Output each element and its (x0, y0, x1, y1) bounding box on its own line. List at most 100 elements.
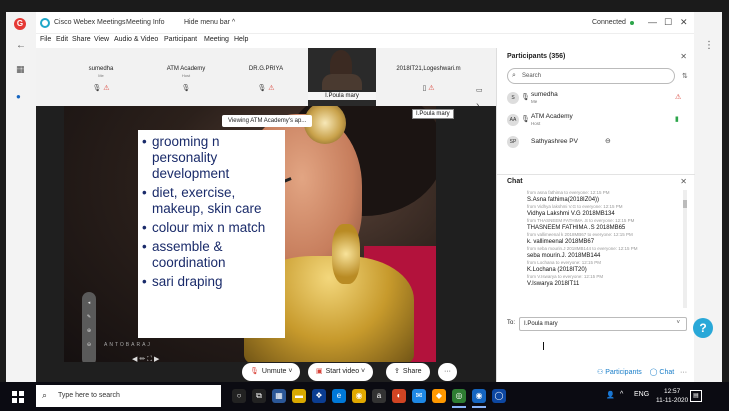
gmail-icon[interactable]: G (14, 18, 26, 30)
chat-header: Chat ✕ (497, 174, 695, 188)
thumbnail-i-poula-mary[interactable]: I.Poula mary (308, 48, 376, 106)
chat-message: from vallimeenal k 2018MB67 to everyone:… (527, 232, 677, 246)
participants-toggle-label: Participants (605, 369, 642, 376)
chat-message: from Vidhya lakshmi V.G to everyone: 12:… (527, 204, 677, 218)
clock-time: 12:57 (664, 388, 681, 395)
menu-audio-video[interactable]: Audio & Video (114, 36, 158, 43)
thumbnail-role: Me (98, 73, 104, 78)
chat-input-caret[interactable] (543, 342, 544, 350)
menu-edit[interactable]: Edit (56, 36, 68, 43)
menu-meeting[interactable]: Meeting (204, 36, 229, 43)
hide-menu-bar-button[interactable]: Hide menu bar ^ (184, 19, 235, 26)
participants-toggle-button[interactable]: ⚇ Participants (597, 369, 642, 376)
recipient-select[interactable]: I.Poula mary ˅ (519, 317, 687, 331)
participant-row[interactable]: S 🎙 sumedha Me ⚠ (507, 90, 687, 106)
start-video-button[interactable]: ▣ Start video ˅ (308, 363, 374, 381)
pen-tool-icon[interactable]: ✎ (82, 314, 96, 320)
zoom-in-icon[interactable]: ⊕ (82, 328, 96, 334)
speaking-icon: ▮ (675, 116, 679, 123)
menu-view[interactable]: View (94, 36, 109, 43)
photo-earring (332, 224, 360, 284)
panel-more-button[interactable]: ··· (680, 369, 687, 376)
scrollbar-thumb[interactable] (683, 200, 687, 208)
device-icon: ⊖ (605, 138, 611, 145)
participants-title[interactable]: Participants (356) (507, 53, 565, 60)
chat-icon: ◯ (649, 369, 658, 376)
layout-icon[interactable]: ▭ (476, 86, 483, 94)
maximize-button[interactable]: ☐ (664, 17, 672, 28)
tray-chevron-icon[interactable]: ^ (620, 391, 623, 398)
more-options-button[interactable]: ··· (438, 363, 457, 381)
pointer-tool-icon[interactable]: ◂ (82, 300, 96, 306)
chat-toggle-button[interactable]: ◯ Chat (650, 369, 675, 376)
slide-bullet: colour mix n match (142, 220, 285, 236)
zoom-out-icon[interactable]: ⊖ (82, 342, 96, 348)
menu-help[interactable]: Help (234, 36, 248, 43)
chat-title[interactable]: Chat (507, 178, 523, 185)
muted-icon: ⚠ (103, 85, 110, 92)
participant-row[interactable]: AA 🎙 ATM Academy Host ▮ (507, 112, 687, 128)
chrome-window-icon[interactable]: ◉ (472, 389, 486, 408)
notification-icon[interactable]: ▤ (690, 390, 702, 402)
bookmark-icon[interactable]: ● (16, 92, 21, 101)
unmute-button[interactable]: 🎙 Unmute ˅ (242, 363, 301, 381)
webex-window: Cisco Webex Meetings Meeting Info Hide m… (36, 12, 695, 392)
unmute-label: Unmute (261, 368, 287, 375)
share-button[interactable]: ⇪ Share (386, 363, 430, 381)
people-icon[interactable]: 👤 (606, 391, 615, 399)
msg-text: k. vallimeenal 2018MB67 (527, 239, 595, 245)
language-indicator[interactable]: ENG (634, 391, 649, 398)
cortana-icon[interactable]: ○ (232, 389, 246, 403)
sort-icon[interactable]: ⇅ (682, 72, 688, 80)
mail-icon[interactable]: ✉ (412, 389, 426, 403)
amazon-icon[interactable]: a (372, 389, 386, 403)
chrome-icon[interactable]: ◉ (352, 389, 366, 403)
close-chat-icon[interactable]: ✕ (680, 177, 687, 186)
muted-icon: ⚠ (675, 94, 682, 101)
viewing-banner: Viewing ATM Academy's ap... (222, 115, 313, 127)
close-participants-icon[interactable]: ✕ (680, 52, 687, 61)
office-icon[interactable]: ◐ (392, 389, 406, 403)
apps-grid-icon[interactable]: ▦ (16, 64, 25, 75)
taskbar-clock[interactable]: 12:57 11-11-2020 (656, 387, 688, 405)
menu-participant[interactable]: Participant (164, 36, 197, 43)
recipient-value: I.Poula mary (524, 321, 558, 327)
hover-tooltip: I.Poula mary (412, 109, 454, 119)
file-explorer-icon[interactable]: ▬ (292, 389, 306, 403)
participants-header: Participants (356) ✕ (497, 50, 695, 64)
thumbnail-logeshwari[interactable]: 2018IT21,Logeshwari.m ▯ ⚠ (386, 48, 471, 106)
windows-start-icon[interactable] (12, 391, 24, 403)
close-button[interactable]: ✕ (680, 17, 688, 28)
task-view-icon[interactable]: ⧉ (252, 389, 266, 403)
meeting-info-button[interactable]: Meeting Info (126, 19, 165, 26)
thumbnail-dr-g-priya[interactable]: DR.G.PRIYA 🎙 ⚠ (231, 48, 301, 106)
chevron-down-icon: ˅ (676, 320, 680, 326)
connected-dot-icon (630, 21, 634, 25)
store-icon[interactable]: ▦ (272, 389, 286, 403)
thumbnail-sumedha[interactable]: sumedha Me 🎙 ⚠ (66, 48, 136, 106)
participant-row[interactable]: SP Sathyashree PV ⊖ (507, 134, 687, 150)
menu-file[interactable]: File (40, 36, 51, 43)
minimize-button[interactable]: — (648, 17, 657, 27)
back-arrow-icon[interactable]: ← (16, 40, 26, 51)
participant-search-input[interactable]: ⌕ Search (507, 68, 675, 84)
vscode-icon[interactable]: ❖ (312, 389, 326, 403)
help-icon[interactable]: ? (693, 318, 713, 338)
chat-scrollbar[interactable] (683, 190, 687, 308)
photos-icon[interactable]: ◆ (432, 389, 446, 403)
app-icon[interactable]: ◯ (492, 389, 506, 403)
more-vert-icon[interactable]: ⋮ (704, 40, 714, 51)
taskbar-search-input[interactable]: ⌕ Type here to search (36, 385, 221, 407)
participant-name: ATM Academy (531, 113, 573, 120)
thumbnail-name: 2018IT21,Logeshwari.m (396, 66, 461, 72)
webex-taskbar-icon[interactable]: ◎ (452, 389, 466, 408)
taskbar-search-placeholder: Type here to search (58, 392, 120, 399)
menu-share[interactable]: Share (72, 36, 91, 43)
avatar: S (507, 92, 519, 104)
edge-icon[interactable]: e (332, 389, 346, 403)
mic-muted-icon: 🎙 (250, 368, 259, 375)
slide-bullet: grooming n personality development (142, 134, 285, 182)
thumbnail-atm-academy[interactable]: ATM Academy Host 🎙 (146, 48, 226, 106)
start-video-label: Start video (325, 368, 360, 375)
annotation-toolbar: ◂ ✎ ⊕ ⊖ (82, 292, 96, 366)
